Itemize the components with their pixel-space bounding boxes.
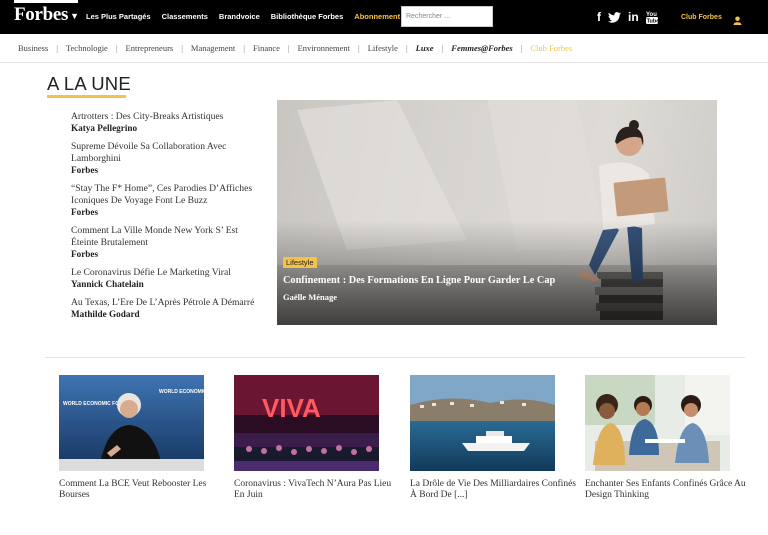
forbes-logo[interactable]: Forbes ▼ [14,4,79,26]
logo-text: Forbes [14,4,69,25]
list-item[interactable]: Au Texas, L’Ere De L’Après Pétrole A Dém… [71,297,261,320]
separator: | [287,43,290,53]
list-item[interactable]: “Stay The F* Home”, Ces Parodies D’Affic… [71,183,261,218]
chevron-down-icon: ▼ [70,10,79,21]
card-image[interactable]: WORLD ECONOMIC FORUM WORLD ECONOMIC FORU… [59,375,204,471]
headline-author: Forbes [71,165,99,175]
nav-divider [0,62,768,63]
hero-author: Gaëlle Ménage [283,292,338,302]
card-image[interactable]: VIVA [234,375,379,471]
facebook-icon[interactable]: f [597,10,601,24]
list-item[interactable]: Artrotters : Des City-Breaks Artistiques… [71,111,261,134]
separator: | [56,43,58,53]
separator: | [405,43,408,53]
separator: | [115,43,118,53]
cat-technologie[interactable]: Technologie [66,43,108,53]
section-title: A LA UNE [47,73,131,94]
club-forbes-link[interactable]: Club Forbes [681,14,722,21]
cat-entrepreneurs[interactable]: Entrepreneurs [126,43,174,53]
card-caption[interactable]: Coronavirus : VivaTech N’Aura Pas Lieu E… [234,479,404,501]
cat-business[interactable]: Business [18,43,48,53]
category-nav: Business | Technologie | Entrepreneurs | Ma… [18,43,572,53]
headline-author: Forbes [71,249,99,259]
hero-shade [277,220,717,325]
twitter-icon[interactable] [608,11,621,23]
article-card[interactable]: Enchanter Ses Enfants Confinés Grâce Au … [585,375,755,501]
cat-environnement[interactable]: Environnement [298,43,350,53]
card-image[interactable] [585,375,730,471]
list-item[interactable]: Supreme Dévoile Sa Collaboration Avec La… [71,141,261,176]
wef-text: WORLD ECONOMIC FORUM [159,389,204,395]
headline-title[interactable]: Au Texas, L’Ere De L’Après Pétrole A Dém… [71,297,261,309]
cat-finance[interactable]: Finance [253,43,280,53]
cat-luxe[interactable]: Luxe [416,43,434,53]
cat-club-forbes[interactable]: Club Forbes [530,43,572,53]
nav-bibliotheque[interactable]: Bibliothèque Forbes [271,12,344,21]
nav-les-plus-partages[interactable]: Les Plus Partagés [86,12,151,21]
cat-management[interactable]: Management [191,43,235,53]
separator: | [243,43,245,53]
svg-text:Tube: Tube [646,19,657,24]
section-title-underline [47,95,126,98]
headline-author: Yannick Chatelain [71,279,144,289]
headline-list: Artrotters : Des City-Breaks Artistiques… [71,111,261,327]
card-caption[interactable]: Enchanter Ses Enfants Confinés Grâce Au … [585,479,755,501]
headline-author: Forbes [71,207,99,217]
top-bar: Forbes ▼ Les Plus Partagés Classements Br… [0,0,768,34]
viva-text: VIVA [262,393,321,423]
separator: | [358,43,360,53]
user-icon[interactable] [733,12,742,30]
headline-title[interactable]: Supreme Dévoile Sa Collaboration Avec La… [71,141,261,165]
hero-title[interactable]: Confinement : Des Formations En Ligne Po… [283,275,555,286]
list-item[interactable]: Comment La Ville Monde New York S’ Est É… [71,225,261,260]
headline-title[interactable]: Comment La Ville Monde New York S’ Est É… [71,225,261,249]
category-badge[interactable]: Lifestyle [283,257,317,268]
hero-article[interactable]: Lifestyle Confinement : Des Formations E… [277,100,717,325]
nav-classements[interactable]: Classements [162,12,208,21]
article-card[interactable]: VIVA Coronavirus : VivaTech N’Aura Pas L… [234,375,404,501]
top-nav: Les Plus Partagés Classements Brandvoice… [86,12,447,21]
headline-title[interactable]: Artrotters : Des City-Breaks Artistiques [71,111,261,123]
card-caption[interactable]: Comment La BCE Veut Rebooster Les Bourse… [59,479,229,501]
linkedin-icon[interactable]: in [628,10,639,24]
card-caption[interactable]: La Drôle de Vie Des Milliardaires Confin… [410,479,580,501]
nav-brandvoice[interactable]: Brandvoice [219,12,260,21]
headline-author: Mathilde Godard [71,309,140,319]
logo-strip [14,0,78,3]
headline-author: Katya Pellegrino [71,123,138,133]
list-item[interactable]: Le Coronavirus Défie Le Marketing Viral … [71,267,261,290]
cat-lifestyle[interactable]: Lifestyle [368,43,398,53]
separator: | [520,43,523,53]
youtube-icon[interactable]: You Tube [645,10,658,24]
separator: | [441,43,444,53]
separator: | [181,43,183,53]
article-card[interactable]: La Drôle de Vie Des Milliardaires Confin… [410,375,580,501]
card-image[interactable] [410,375,555,471]
search-input[interactable]: Rechercher ... [401,6,493,27]
article-card[interactable]: WORLD ECONOMIC FORUM WORLD ECONOMIC FORU… [59,375,229,501]
headline-title[interactable]: Le Coronavirus Défie Le Marketing Viral [71,267,261,279]
headline-title[interactable]: “Stay The F* Home”, Ces Parodies D’Affic… [71,183,261,207]
social-links: f in You Tube [597,10,665,24]
cat-femmes-forbes[interactable]: Femmes@Forbes [451,43,512,53]
section-divider [45,357,745,358]
